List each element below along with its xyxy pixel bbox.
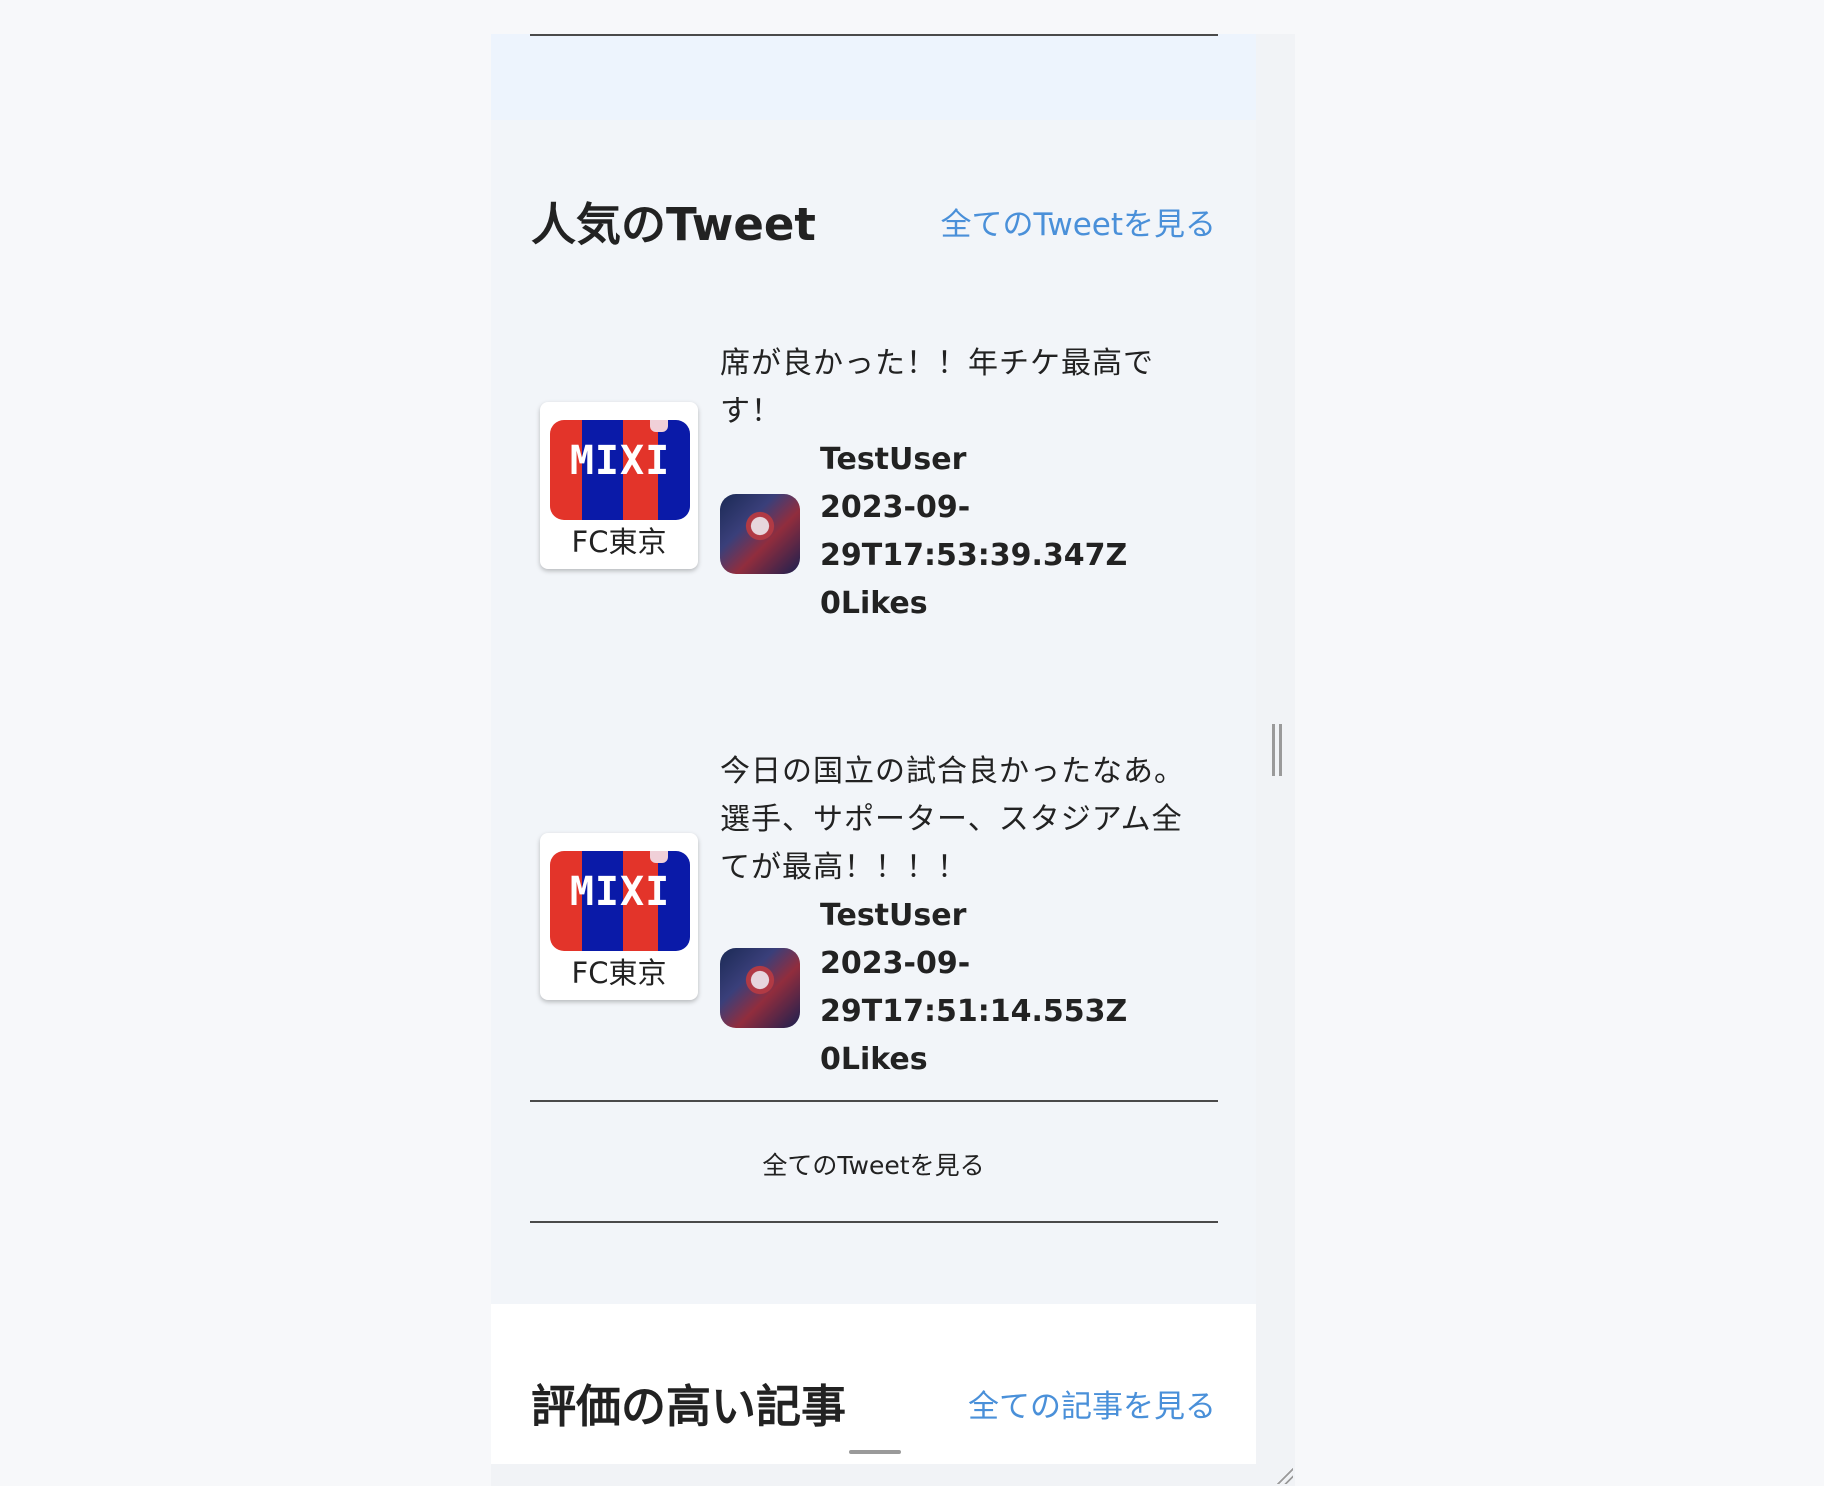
user-avatar[interactable] [720,948,800,1028]
divider [530,1100,1218,1102]
team-name: FC東京 [571,525,667,559]
divider [530,1221,1218,1223]
view-all-tweets-link[interactable]: 全てのTweetを見る [941,210,1216,241]
team-crest-icon [650,851,668,863]
tweet-timestamp-line1: 2023-09- [820,490,971,525]
team-card[interactable]: MIXI FC東京 [540,833,698,1000]
vertical-drag-handle-icon[interactable] [1272,724,1282,776]
view-all-articles-link[interactable]: 全ての記事を見る [968,1392,1216,1423]
top-band [491,34,1256,120]
tweet-meta: TestUser 2023-09- 29T17:53:39.347Z 0Like… [820,436,1127,628]
horizontal-drag-handle-icon[interactable] [849,1450,901,1454]
tweet-meta: TestUser 2023-09- 29T17:51:14.553Z 0Like… [820,892,1127,1084]
user-avatar[interactable] [720,494,800,574]
top-articles-section: 評価の高い記事 全ての記事を見る [491,1304,1256,1464]
tweet-timestamp-line2: 29T17:53:39.347Z [820,538,1128,573]
team-logo: MIXI [550,420,690,520]
tweet-text: 席が良かった！！年チケ最高です！ [720,346,1154,429]
tweet-timestamp-line1: 2023-09- [820,946,971,981]
team-card[interactable]: MIXI FC東京 [540,402,698,569]
team-name: FC東京 [571,956,667,990]
tweet-user[interactable]: TestUser [820,892,1127,940]
tweet-likes: 0Likes [820,586,928,621]
team-crest-icon [650,420,668,432]
team-logo-text: MIXI [569,869,671,915]
resize-grip-icon[interactable] [1275,1466,1293,1484]
popular-tweets-title: 人気のTweet [531,198,816,251]
tweet-user[interactable]: TestUser [820,436,1127,484]
page-viewport[interactable]: 人気のTweet 全てのTweetを見る MIXI FC東京 席が良かった！！年… [491,34,1256,1464]
emulator-frame: 人気のTweet 全てのTweetを見る MIXI FC東京 席が良かった！！年… [491,34,1295,1486]
top-articles-title: 評価の高い記事 [531,1380,847,1433]
tweet-timestamp-line2: 29T17:51:14.553Z [820,994,1128,1029]
all-tweets-footer-link[interactable]: 全てのTweetを見る [491,1146,1256,1182]
team-logo: MIXI [550,851,690,951]
team-logo-text: MIXI [569,438,671,484]
tweet-likes: 0Likes [820,1042,928,1077]
tweet-text: 今日の国立の試合良かったなあ。選手、サポーター、スタジアム全てが最高！！！！ [720,754,1185,885]
top-divider [530,34,1218,36]
